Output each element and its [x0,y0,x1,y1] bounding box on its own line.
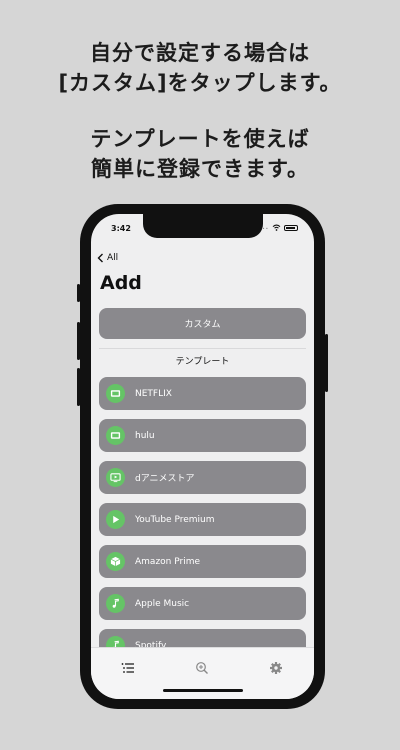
template-label: dアニメストア [135,474,195,484]
caption-line-2: [カスタム]をタップします。 [58,71,342,95]
template-label: NETFLIX [135,388,172,399]
template-row-hulu[interactable]: hulu [99,419,306,452]
tab-zoom[interactable] [195,660,209,674]
home-indicator [163,689,243,692]
play-icon [106,510,125,529]
tab-bar [91,647,314,699]
status-time: 3:42 [111,224,131,233]
tv-icon [106,426,125,445]
tab-list[interactable] [121,660,135,674]
back-label: All [107,253,119,263]
template-label: hulu [135,430,155,441]
power-button [325,334,328,392]
box-icon [106,552,125,571]
caption-line-3: テンプレートを使えば [90,127,310,151]
template-label: Amazon Prime [135,556,201,567]
mute-switch [77,284,80,302]
back-button[interactable]: All [97,253,118,263]
caption-line-4: 簡単に登録できます。 [91,157,309,181]
template-label: YouTube Premium [135,514,215,525]
notch [143,214,263,238]
custom-button-label: カスタム [184,320,221,330]
page-title: Add [100,272,142,294]
caption-bottom: テンプレートを使えば 簡単に登録できます。 [0,124,400,184]
volume-up-button [77,322,80,360]
template-row-netflix[interactable]: NETFLIX [99,377,306,410]
music-note-icon [106,594,125,613]
template-row-apple-music[interactable]: Apple Music [99,587,306,620]
chevron-left-icon [97,253,103,263]
video-icon [106,468,125,487]
caption-top: 自分で設定する場合は [カスタム]をタップします。 [0,38,400,98]
divider [99,348,306,349]
template-row-d-anime-store[interactable]: dアニメストア [99,461,306,494]
volume-down-button [77,368,80,406]
caption-line-1: 自分で設定する場合は [90,41,310,65]
gear-icon [270,662,282,674]
template-section-label: テンプレート [175,357,230,367]
zoom-icon [196,662,208,674]
battery-icon [284,224,298,231]
tab-settings[interactable] [269,660,283,674]
phone-screen: 3:42 .... All Add カスタム テンプレート [91,214,314,699]
wifi-icon [272,224,281,231]
phone-frame: 3:42 .... All Add カスタム テンプレート [77,204,328,709]
list-icon [121,663,134,673]
tv-icon [106,384,125,403]
template-label: Apple Music [135,598,190,609]
custom-button[interactable]: カスタム [99,308,306,339]
template-row-amazon-prime[interactable]: Amazon Prime [99,545,306,578]
template-row-youtube-premium[interactable]: YouTube Premium [99,503,306,536]
